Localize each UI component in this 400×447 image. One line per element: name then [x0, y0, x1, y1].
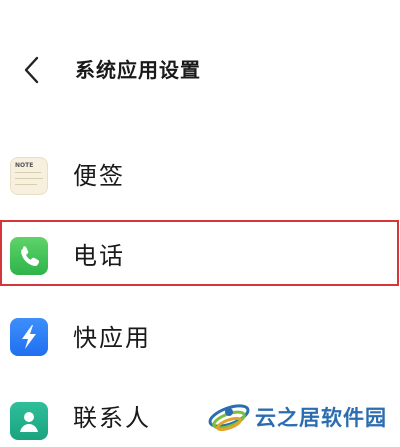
notes-icon: NOTE — [10, 157, 48, 195]
list-item-notes[interactable]: NOTE 便签 — [0, 140, 400, 212]
watermark: 云之居软件园 — [205, 394, 400, 444]
header: 系统应用设置 — [0, 40, 400, 100]
notes-line — [15, 178, 43, 179]
person-icon — [20, 412, 38, 432]
back-button[interactable] — [12, 50, 52, 90]
highlight-box — [0, 220, 399, 286]
watermark-text: 云之居软件园 — [255, 406, 387, 430]
notes-line — [15, 184, 37, 185]
list-item-label: 电话 — [73, 242, 125, 270]
list-item-label: 便签 — [73, 162, 125, 190]
contacts-icon — [10, 402, 48, 440]
phone-icon — [10, 237, 48, 275]
list-item-phone[interactable]: 电话 — [0, 218, 400, 290]
quick-app-icon — [10, 318, 48, 356]
phone-handset-icon — [21, 246, 40, 267]
list-item-label: 快应用 — [73, 324, 151, 352]
page-title: 系统应用设置 — [75, 58, 201, 82]
notes-icon-text: NOTE — [15, 162, 34, 169]
app-settings-screen: 系统应用设置 NOTE 便签 电话 快应用 联系人 云之居软件园 — [0, 0, 400, 447]
notes-line — [15, 172, 41, 173]
list-item-quick-app[interactable]: 快应用 — [0, 300, 400, 372]
chevron-left-icon — [24, 56, 39, 84]
lightning-icon — [22, 325, 36, 349]
watermark-logo-icon — [208, 404, 250, 432]
list-item-label: 联系人 — [73, 404, 151, 432]
